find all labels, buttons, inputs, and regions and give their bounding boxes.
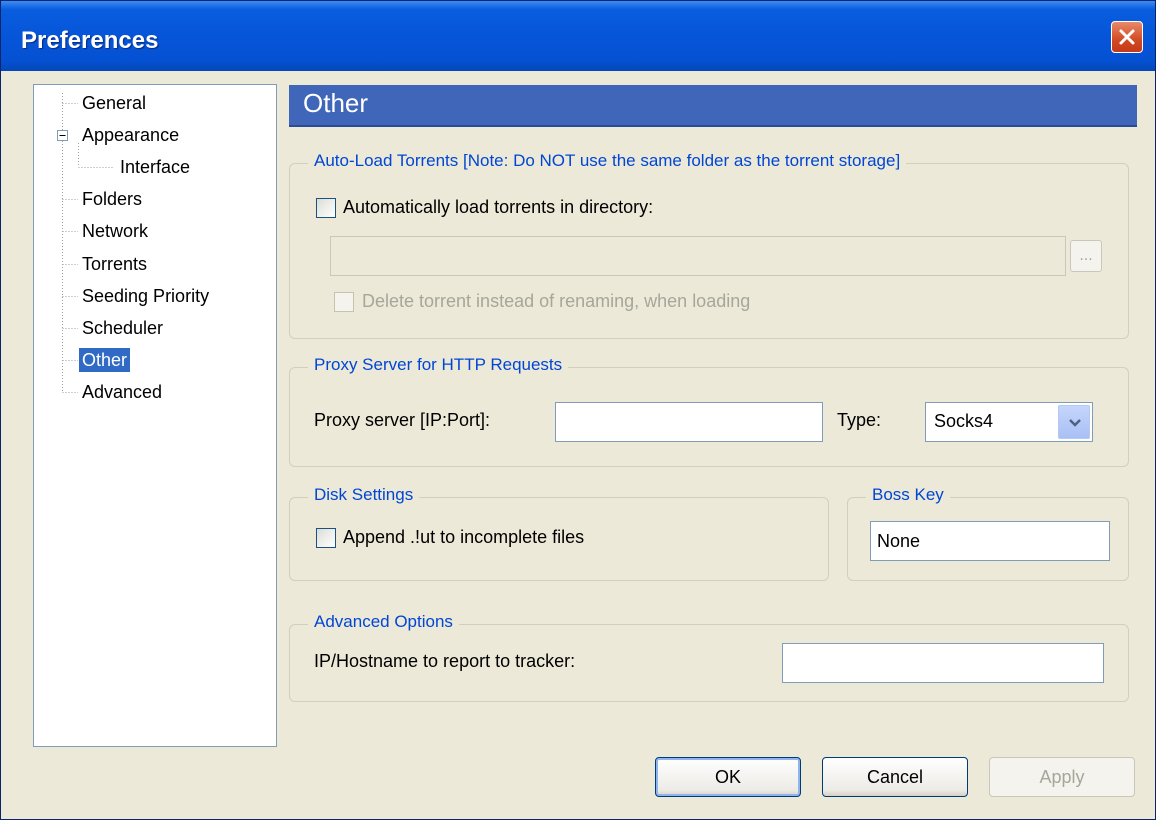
window-title: Preferences	[21, 27, 159, 54]
ok-button[interactable]: OK	[655, 757, 801, 797]
tree-item-scheduler[interactable]: Scheduler	[82, 316, 163, 340]
proxy-type-value: Socks4	[934, 411, 994, 431]
advanced-options-group: Advanced Options IP/Hostname to report t…	[289, 612, 1129, 702]
apply-button[interactable]: Apply	[989, 757, 1135, 797]
tree-item-general[interactable]: General	[82, 91, 146, 115]
append-ut-checkbox[interactable]	[316, 528, 336, 548]
boss-key-group-title: Boss Key	[866, 485, 950, 505]
dialog-body: General Appearance Interface Folders Net…	[5, 71, 1151, 815]
tree-item-torrents[interactable]: Torrents	[82, 252, 147, 276]
category-tree: General Appearance Interface Folders Net…	[33, 84, 277, 747]
proxy-group: Proxy Server for HTTP Requests Proxy ser…	[289, 355, 1129, 467]
browse-directory-button[interactable]: ...	[1070, 240, 1102, 272]
preferences-dialog: Preferences General Appearance Interface…	[0, 0, 1156, 820]
close-icon	[1119, 29, 1135, 45]
tree-item-seeding-priority[interactable]: Seeding Priority	[82, 284, 209, 308]
tree-item-network[interactable]: Network	[82, 219, 148, 243]
autoload-directory-input[interactable]	[330, 236, 1066, 276]
disk-settings-group: Disk Settings Append .!ut to incomplete …	[289, 485, 829, 581]
boss-key-group: Boss Key None	[847, 485, 1129, 581]
autoload-checkbox-label: Automatically load torrents in directory…	[343, 197, 654, 217]
proxy-type-select[interactable]: Socks4	[925, 402, 1093, 442]
report-ip-input[interactable]	[782, 643, 1104, 683]
tree-item-advanced[interactable]: Advanced	[82, 380, 162, 404]
proxy-server-input[interactable]	[555, 402, 823, 442]
autoload-group: Auto-Load Torrents [Note: Do NOT use the…	[289, 151, 1129, 339]
tree-item-other[interactable]: Other	[79, 348, 131, 372]
advanced-options-group-title: Advanced Options	[308, 612, 459, 632]
proxy-group-title: Proxy Server for HTTP Requests	[308, 355, 569, 375]
panel-header: Other	[289, 85, 1137, 127]
proxy-server-label: Proxy server [IP:Port]:	[314, 410, 491, 430]
tree-item-appearance[interactable]: Appearance	[82, 123, 179, 147]
chevron-down-icon	[1069, 419, 1081, 427]
tree-item-interface[interactable]: Interface	[120, 155, 190, 179]
append-ut-label: Append .!ut to incomplete files	[343, 527, 585, 547]
disk-settings-group-title: Disk Settings	[308, 485, 420, 505]
title-bar: Preferences	[1, 1, 1155, 71]
autoload-checkbox[interactable]	[316, 198, 336, 218]
report-ip-label: IP/Hostname to report to tracker:	[314, 651, 576, 671]
delete-torrent-checkbox[interactable]	[334, 292, 354, 312]
collapse-icon	[57, 130, 68, 141]
panel-title: Other	[303, 88, 369, 118]
cancel-button[interactable]: Cancel	[822, 757, 968, 797]
delete-torrent-label: Delete torrent instead of renaming, when…	[362, 291, 751, 311]
boss-key-input[interactable]: None	[870, 521, 1110, 561]
proxy-type-label: Type:	[837, 410, 882, 430]
close-button[interactable]	[1111, 21, 1143, 53]
autoload-group-title: Auto-Load Torrents [Note: Do NOT use the…	[308, 151, 907, 171]
dropdown-button[interactable]	[1058, 405, 1090, 439]
tree-item-folders[interactable]: Folders	[82, 187, 142, 211]
